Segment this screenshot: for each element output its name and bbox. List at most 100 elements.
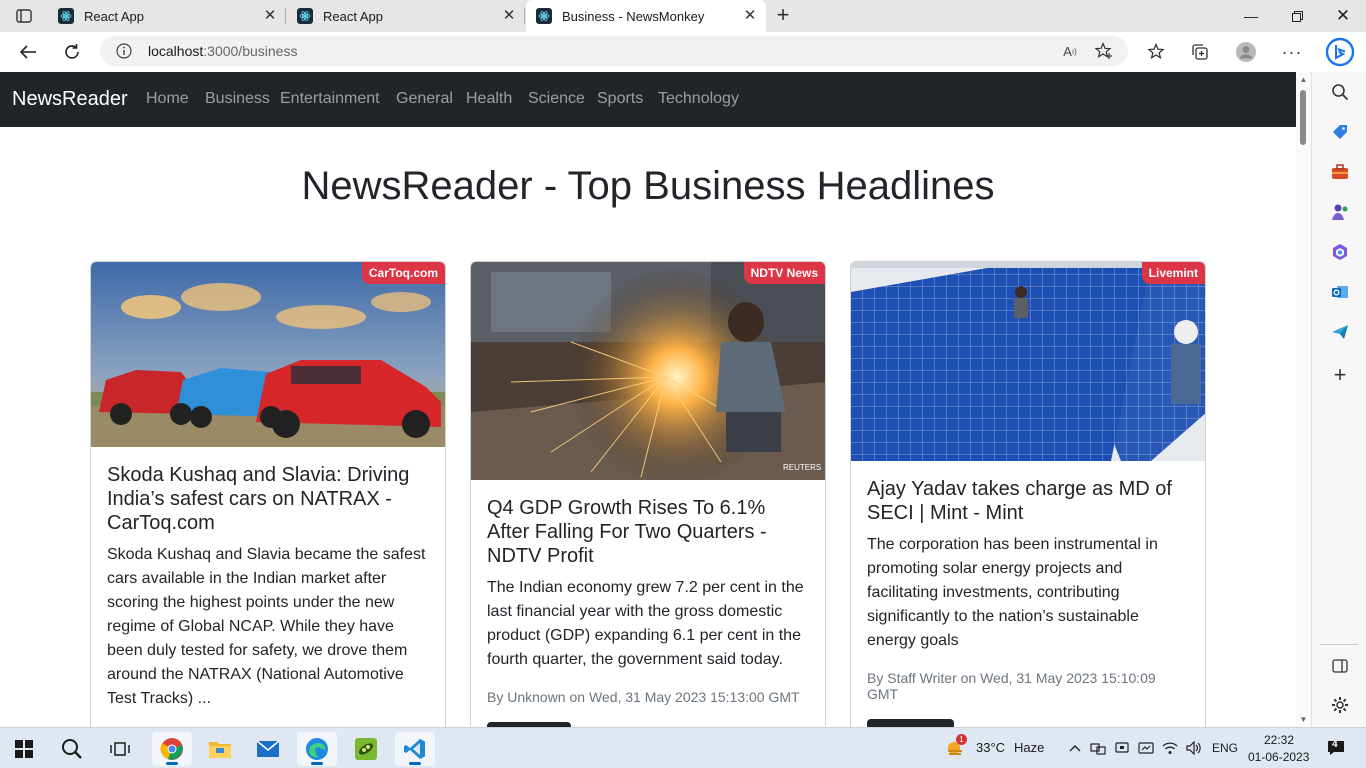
nav-link-entertainment[interactable]: Entertainment [280, 90, 380, 108]
restore-icon[interactable] [1274, 0, 1320, 32]
react-favicon-icon [58, 8, 74, 24]
settings-gear-icon[interactable] [1329, 694, 1351, 716]
bing-chat-icon[interactable] [1324, 36, 1356, 68]
tab-label: React App [323, 8, 383, 24]
collections-icon[interactable] [1186, 38, 1214, 66]
browser-tab-3[interactable]: Business - NewsMonkey ✕ [526, 0, 766, 32]
scroll-down-icon[interactable]: ▼ [1299, 715, 1308, 724]
read-more-button[interactable]: Read More [867, 719, 955, 727]
device-icon[interactable] [1114, 740, 1130, 756]
browser-tab-2[interactable]: React App ✕ [287, 0, 525, 32]
nav-link-sports[interactable]: Sports [597, 90, 643, 108]
network-adapter-icon[interactable] [1090, 740, 1106, 756]
site-info-icon[interactable] [116, 43, 132, 59]
tools-briefcase-icon[interactable] [1329, 161, 1351, 183]
solar-panels-photo [851, 262, 1205, 461]
nav-link-technology[interactable]: Technology [658, 90, 739, 108]
article-description: The Indian economy grew 7.2 per cent in … [487, 579, 804, 668]
clock-date[interactable]: 01-06-2023 [1248, 750, 1309, 764]
image-credit: REUTERS [783, 463, 821, 472]
weather-desc[interactable]: Haze [1014, 740, 1044, 755]
news-card: REUTERS NDTV News Q4 GDP Growth Rises To… [470, 261, 826, 727]
hide-sidebar-icon[interactable] [1329, 655, 1351, 677]
read-aloud-icon[interactable]: Aı) [1060, 41, 1080, 61]
factory-worker-photo: REUTERS [471, 262, 825, 480]
profile-avatar-icon[interactable] [1232, 38, 1260, 66]
edge-taskbar-icon[interactable] [297, 732, 337, 766]
address-bar[interactable]: localhost:3000/business Aı) [100, 36, 1128, 66]
weather-alert-badge: 1 [956, 734, 967, 745]
close-tab-icon[interactable]: ✕ [501, 8, 517, 24]
add-sidebar-app-icon[interactable]: + [1329, 362, 1351, 387]
browser-tab-1[interactable]: React App ✕ [48, 0, 286, 32]
search-icon[interactable] [1329, 81, 1351, 103]
shopping-tag-icon[interactable] [1329, 121, 1351, 143]
nav-link-general[interactable]: General [396, 90, 453, 108]
windows-start-icon[interactable] [4, 732, 44, 766]
volume-icon[interactable] [1186, 740, 1202, 756]
search-icon[interactable] [52, 732, 92, 766]
weather-icon[interactable]: 1 [945, 734, 967, 757]
clock-time[interactable]: 22:32 [1264, 733, 1294, 747]
notifications-icon[interactable]: 4 [1326, 738, 1346, 758]
article-title: Skoda Kushaq and Slavia: Driving India’s… [107, 464, 410, 534]
new-tab-icon[interactable]: + [770, 4, 796, 28]
add-favorite-icon[interactable] [1094, 41, 1114, 61]
weather-temp[interactable]: 33°C [976, 740, 1005, 755]
refresh-icon[interactable] [58, 38, 86, 66]
task-view-icon[interactable] [100, 732, 140, 766]
browser-toolbar: localhost:3000/business Aı) ··· [0, 32, 1366, 72]
nav-link-home[interactable]: Home [146, 90, 189, 108]
back-icon[interactable] [14, 38, 42, 66]
source-badge: CarToq.com [361, 262, 445, 284]
article-image: Livemint [851, 262, 1205, 461]
tab-actions-icon[interactable] [8, 4, 40, 28]
minimize-icon[interactable]: — [1228, 0, 1274, 32]
notification-count: 4 [1332, 739, 1338, 750]
article-image: CarToq.com [91, 262, 445, 447]
edge-sidebar: + [1311, 72, 1366, 727]
close-tab-icon[interactable]: ✕ [262, 8, 278, 24]
windows-taskbar: 1 33°C Haze ENG 22:32 01-06-2023 4 [0, 727, 1366, 768]
article-meta: By Staff Writer on Wed, 31 May 2023 15:1… [867, 670, 1156, 702]
file-explorer-icon[interactable] [200, 732, 240, 766]
url-host: localhost [148, 43, 204, 59]
microsoft-365-icon[interactable] [1329, 241, 1351, 263]
nav-link-business[interactable]: Business [205, 90, 270, 108]
navbar-brand[interactable]: NewsReader [12, 88, 128, 111]
news-card: CarToq.com Skoda Kushaq and Slavia: Driv… [90, 261, 446, 727]
more-options-icon[interactable]: ··· [1278, 38, 1306, 66]
close-window-icon[interactable]: ✕ [1320, 0, 1366, 32]
green-app-icon[interactable] [346, 732, 386, 766]
close-tab-icon[interactable]: ✕ [742, 8, 758, 24]
meet-now-icon[interactable] [1138, 740, 1154, 756]
tab-label: React App [84, 8, 144, 24]
games-icon[interactable] [1329, 201, 1351, 223]
card-body: Skoda Kushaq and Slavia: Driving India’s… [91, 447, 445, 727]
react-favicon-icon [297, 8, 313, 24]
react-favicon-icon [536, 8, 552, 24]
article-image: REUTERS NDTV News [471, 262, 825, 480]
vscode-taskbar-icon[interactable] [395, 732, 435, 766]
cars-photo [91, 262, 445, 447]
favorites-icon[interactable] [1142, 38, 1170, 66]
chrome-taskbar-icon[interactable] [152, 732, 192, 766]
url-text[interactable]: localhost:3000/business [148, 43, 297, 59]
source-badge: Livemint [1141, 262, 1205, 284]
show-hidden-icons-icon[interactable] [1067, 740, 1083, 756]
mail-icon[interactable] [248, 732, 288, 766]
article-description: The corporation has been instrumental in… [867, 536, 1158, 649]
send-drop-icon[interactable] [1329, 321, 1351, 343]
scroll-up-icon[interactable]: ▲ [1299, 75, 1308, 84]
scroll-thumb[interactable] [1300, 90, 1306, 145]
wifi-icon[interactable] [1162, 740, 1178, 756]
input-language[interactable]: ENG [1212, 741, 1238, 755]
outlook-icon[interactable] [1329, 281, 1351, 303]
page-title: NewsReader - Top Business Headlines [301, 164, 995, 208]
nav-link-health[interactable]: Health [466, 90, 512, 108]
page-scrollbar[interactable]: ▲ ▼ [1296, 72, 1311, 727]
page-viewport: NewsReader Home Business Entertainment G… [0, 72, 1296, 727]
card-body: Q4 GDP Growth Rises To 6.1% After Fallin… [471, 480, 825, 727]
article-title: Q4 GDP Growth Rises To 6.1% After Fallin… [487, 497, 767, 567]
nav-link-science[interactable]: Science [528, 90, 585, 108]
